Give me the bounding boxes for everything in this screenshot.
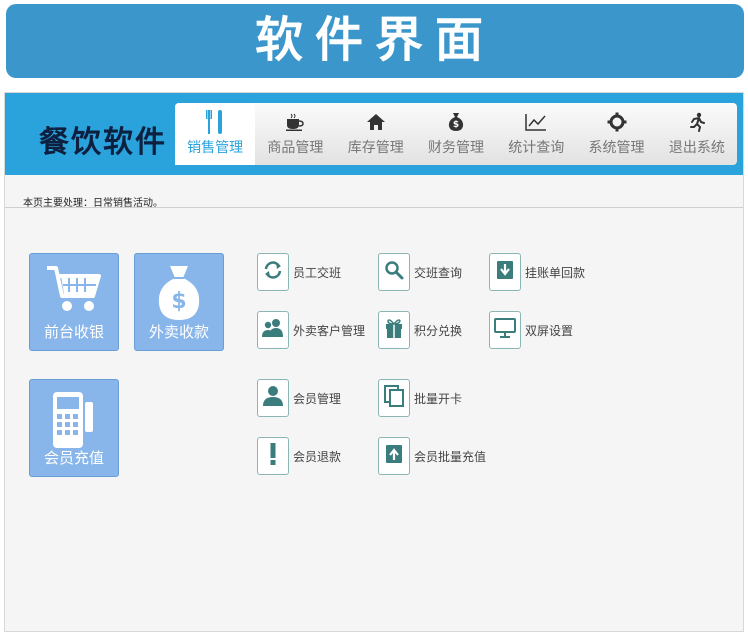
fn-label: 积分兑换 (414, 323, 463, 338)
member-recharge-tile[interactable]: 会员充值 (29, 379, 119, 477)
fn-label: 员工交班 (293, 265, 342, 280)
batch-card-button[interactable]: 批量开卡 (378, 379, 462, 417)
nav-label: 销售管理 (187, 140, 244, 156)
takeout-tile[interactable]: $ 外卖收款 (134, 253, 224, 351)
money-bag-icon: $ (445, 111, 467, 133)
divider (5, 207, 743, 208)
shift-handover-button[interactable]: 员工交班 (257, 253, 341, 291)
search-icon (384, 260, 404, 284)
nav-exit[interactable]: 退出系统 (657, 103, 737, 165)
gear-icon (606, 111, 628, 133)
nav-label: 系统管理 (588, 140, 645, 156)
shopping-cart-icon (30, 264, 118, 314)
fn-label: 挂账单回款 (525, 265, 586, 280)
users-icon (261, 318, 285, 342)
svg-text:$: $ (453, 120, 459, 130)
nav-finance[interactable]: $ 财务管理 (416, 103, 496, 165)
monitor-icon (494, 318, 516, 342)
line-chart-icon (525, 111, 547, 133)
fn-label: 会员管理 (293, 391, 342, 406)
coffee-cup-icon (284, 111, 306, 133)
front-cashier-tile[interactable]: 前台收银 (29, 253, 119, 351)
fn-label: 会员退款 (293, 449, 342, 464)
tile-label: 外卖收款 (148, 323, 209, 341)
exclamation-icon (268, 442, 278, 470)
home-icon (365, 111, 387, 133)
app-window: 餐饮软件 销售管理 商品管理 库存管理 $ 财务管理 统计查询 系统管理 退出系… (4, 92, 744, 632)
fn-label: 交班查询 (414, 265, 463, 280)
main-nav: 销售管理 商品管理 库存管理 $ 财务管理 统计查询 系统管理 退出系统 (175, 103, 737, 165)
takeout-customer-button[interactable]: 外卖客户管理 (257, 311, 365, 349)
points-exchange-button[interactable]: 积分兑换 (378, 311, 462, 349)
running-man-icon (686, 111, 708, 133)
svg-text:$: $ (171, 289, 186, 314)
utensils-icon (204, 110, 226, 134)
money-bag-icon: $ (135, 264, 223, 322)
banner-title: 软件界面 (254, 12, 495, 68)
nav-system[interactable]: 系统管理 (576, 103, 656, 165)
upload-icon (385, 444, 403, 468)
nav-sales[interactable]: 销售管理 (175, 103, 256, 165)
gift-icon (384, 317, 404, 343)
member-refund-button[interactable]: 会员退款 (257, 437, 341, 475)
member-manage-button[interactable]: 会员管理 (257, 379, 341, 417)
tile-label: 会员充值 (43, 449, 104, 467)
fn-label: 外卖客户管理 (293, 323, 366, 338)
credit-repayment-button[interactable]: 挂账单回款 (489, 253, 585, 291)
app-header: 餐饮软件 销售管理 商品管理 库存管理 $ 财务管理 统计查询 系统管理 退出系… (5, 93, 743, 175)
fn-label: 双屏设置 (525, 323, 574, 338)
nav-label: 库存管理 (347, 140, 404, 156)
shift-query-button[interactable]: 交班查询 (378, 253, 462, 291)
fn-label: 批量开卡 (414, 391, 463, 406)
dual-screen-button[interactable]: 双屏设置 (489, 311, 573, 349)
nav-inventory[interactable]: 库存管理 (336, 103, 416, 165)
app-name: 餐饮软件 (39, 125, 167, 160)
copy-icon (384, 385, 404, 411)
top-banner: 软件界面 (6, 4, 744, 78)
download-icon (496, 260, 514, 284)
user-icon (262, 385, 284, 411)
member-batch-recharge-button[interactable]: 会员批量充值 (378, 437, 486, 475)
nav-label: 财务管理 (427, 140, 484, 156)
tile-label: 前台收银 (43, 323, 104, 341)
refresh-icon (263, 260, 283, 284)
nav-label: 商品管理 (267, 140, 324, 156)
card-reader-icon (30, 390, 118, 450)
fn-label: 会员批量充值 (414, 449, 487, 464)
nav-label: 统计查询 (508, 140, 565, 156)
nav-products[interactable]: 商品管理 (255, 103, 335, 165)
nav-label: 退出系统 (668, 140, 725, 156)
nav-statistics[interactable]: 统计查询 (496, 103, 576, 165)
